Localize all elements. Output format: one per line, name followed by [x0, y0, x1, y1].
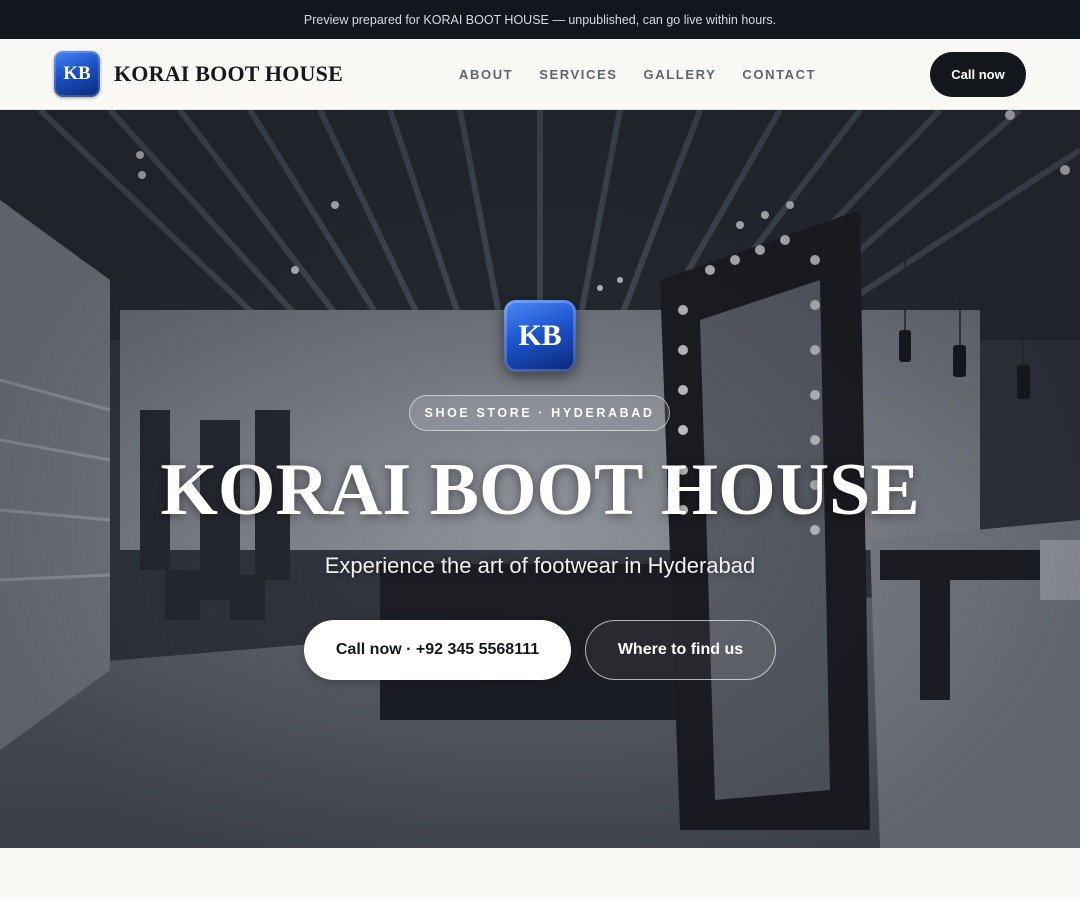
- nav-link-gallery[interactable]: GALLERY: [644, 67, 717, 82]
- hero-category-badge: SHOE STORE · HYDERABAD: [409, 395, 670, 431]
- preview-banner-text: Preview prepared for KORAI BOOT HOUSE — …: [303, 12, 777, 27]
- nav-link-about[interactable]: ABOUT: [459, 67, 513, 82]
- call-phone-button[interactable]: Call now · +92 345 5568111: [304, 620, 571, 680]
- call-now-button[interactable]: Call now: [930, 52, 1026, 97]
- site-header: KB KORAI BOOT HOUSE ABOUT SERVICES GALLE…: [0, 39, 1080, 110]
- brand-link[interactable]: KB KORAI BOOT HOUSE: [54, 51, 343, 97]
- hero-section: KB SHOE STORE · HYDERABAD KORAI BOOT HOU…: [0, 110, 1080, 848]
- nav-link-services[interactable]: SERVICES: [539, 67, 617, 82]
- preview-banner: Preview prepared for KORAI BOOT HOUSE — …: [0, 0, 1080, 39]
- hero-subtitle: Experience the art of footwear in Hydera…: [324, 553, 756, 578]
- find-us-button[interactable]: Where to find us: [585, 620, 776, 680]
- hero-title: KORAI BOOT HOUSE: [160, 449, 920, 531]
- hero-logo-icon: KB: [504, 300, 576, 372]
- main-nav: ABOUT SERVICES GALLERY CONTACT: [459, 39, 842, 109]
- brand-logo-icon: KB: [54, 51, 100, 97]
- nav-link-contact[interactable]: CONTACT: [742, 67, 816, 82]
- brand-name: KORAI BOOT HOUSE: [114, 61, 343, 86]
